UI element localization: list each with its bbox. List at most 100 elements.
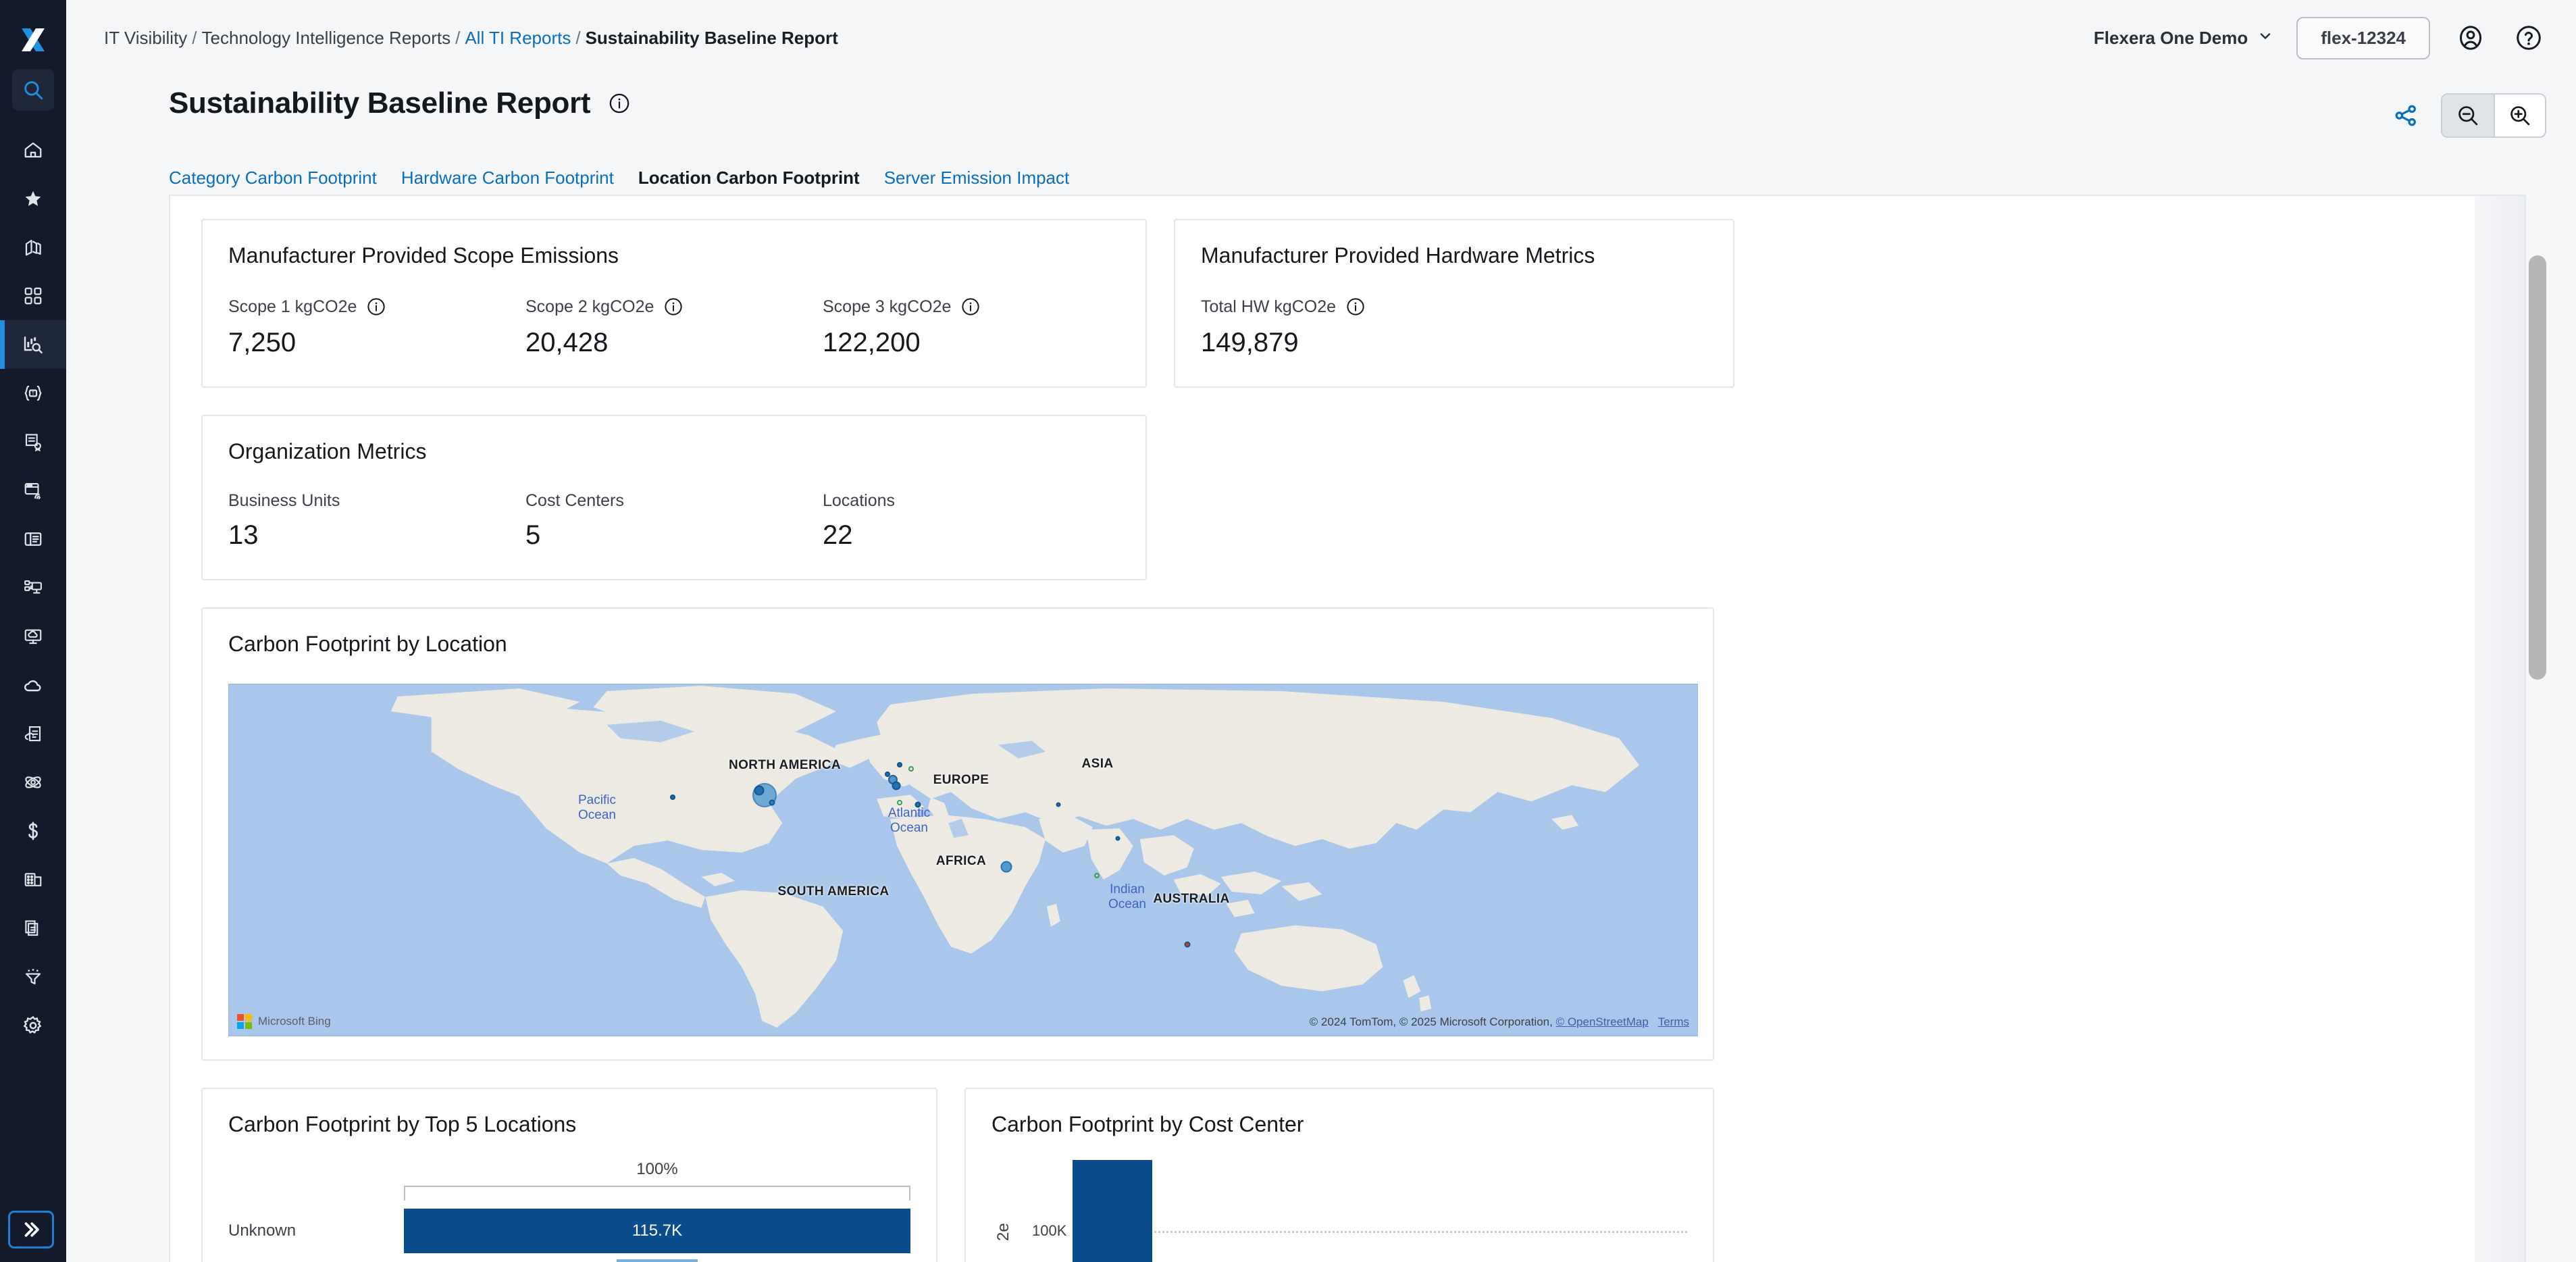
page-header: Sustainability Baseline Report — [66, 76, 2576, 138]
breadcrumb-item-all-ti-reports[interactable]: All TI Reports — [465, 28, 571, 48]
sidebar-item-reports[interactable] — [0, 515, 66, 563]
page-actions — [2388, 86, 2546, 138]
map-location-bubble[interactable] — [1094, 873, 1100, 878]
sidebar-item-cloud[interactable] — [0, 661, 66, 709]
info-icon[interactable] — [365, 295, 388, 318]
search-icon[interactable] — [12, 69, 54, 111]
info-icon[interactable] — [1344, 295, 1367, 318]
sidebar-item-settings[interactable] — [0, 1001, 66, 1050]
map-location-bubble[interactable] — [1000, 861, 1012, 873]
report-panel: Manufacturer Provided Scope Emissions Sc… — [169, 195, 2526, 1262]
metric-cost-centers: Cost Centers 5 — [525, 491, 823, 551]
sidebar-item-certificates[interactable] — [0, 418, 66, 466]
metric-label: Total HW kgCO2e — [1201, 295, 1367, 318]
sidebar-item-cloud-monitor[interactable] — [0, 612, 66, 661]
map-location-bubble[interactable] — [897, 800, 902, 805]
cost-center-chart-card: Carbon Footprint by Cost Center 2e 100K — [964, 1088, 1714, 1262]
summary-cards-row: Manufacturer Provided Scope Emissions Sc… — [201, 219, 2494, 388]
map-label-europe: EUROPE — [933, 773, 989, 787]
org-id-button[interactable]: flex-12324 — [2296, 16, 2430, 59]
metric-value: 122,200 — [823, 328, 921, 357]
gridline-100k — [1073, 1231, 1687, 1233]
ocean-label-line1: Atlantic — [887, 806, 931, 821]
tenant-selector[interactable]: Flexera One Demo — [2094, 28, 2273, 49]
horizontal-bar-chart: 100% Unknown 115.7K — [228, 1160, 910, 1262]
sidebar-item-access[interactable] — [0, 466, 66, 515]
share-icon[interactable] — [2388, 98, 2423, 133]
sidebar-item-finance[interactable] — [0, 807, 66, 855]
sidebar-item-filters[interactable] — [0, 953, 66, 1001]
map-location-bubble[interactable] — [892, 781, 901, 790]
top-5-locations-chart-card: Carbon Footprint by Top 5 Locations 100% — [201, 1088, 937, 1262]
bar-segment[interactable] — [1073, 1160, 1152, 1262]
terms-link[interactable]: Terms — [1658, 1015, 1689, 1028]
bing-label: Microsoft Bing — [258, 1015, 331, 1028]
sidebar-item-documents[interactable] — [0, 904, 66, 953]
map-location-bubble[interactable] — [769, 799, 775, 806]
map-label-atlantic-ocean: Atlantic Ocean — [888, 806, 930, 836]
metric-value: 22 — [823, 520, 853, 550]
bar-track — [404, 1259, 910, 1262]
sidebar-item-templates[interactable]: T — [0, 369, 66, 418]
axis-line — [404, 1186, 910, 1187]
zoom-in-button[interactable] — [2494, 95, 2545, 136]
map-location-bubble[interactable] — [897, 762, 902, 767]
map-location-bubble[interactable] — [915, 801, 921, 808]
user-account-icon[interactable] — [2453, 20, 2488, 55]
chart-title: Carbon Footprint by Top 5 Locations — [228, 1112, 577, 1136]
microsoft-bing-logo: Microsoft Bing — [237, 1014, 331, 1029]
sidebar-item-organization[interactable] — [0, 855, 66, 904]
table-row[interactable] — [228, 1259, 910, 1262]
expand-sidebar-button[interactable] — [8, 1211, 54, 1248]
map-location-bubble[interactable] — [670, 794, 675, 800]
chart-axis-top-label: 100% — [636, 1160, 678, 1178]
ocean-label-line2: Ocean — [578, 808, 616, 822]
info-icon[interactable] — [959, 295, 982, 318]
openstreetmap-link[interactable]: © OpenStreetMap — [1556, 1015, 1649, 1028]
metric-scope-1: Scope 1 kgCO2e 7,250 — [228, 295, 525, 358]
bar-segment[interactable]: 115.7K — [404, 1209, 910, 1253]
info-icon[interactable] — [662, 295, 685, 318]
sidebar-item-automation[interactable] — [0, 758, 66, 807]
map-location-bubble[interactable] — [1115, 836, 1120, 841]
breadcrumb-item-ti-reports[interactable]: Technology Intelligence Reports — [202, 28, 451, 48]
metrics-group: Total HW kgCO2e 149,879 — [1201, 295, 1707, 358]
scrollbar-track[interactable] — [2529, 195, 2546, 1262]
map-location-bubble[interactable] — [1056, 802, 1061, 807]
sidebar-item-devices[interactable] — [0, 563, 66, 612]
map-label-indian-ocean: Indian Ocean — [1108, 882, 1146, 912]
metric-value: 149,879 — [1201, 328, 1299, 357]
sidebar-item-library[interactable] — [0, 223, 66, 272]
ocean-label-line2: Ocean — [1108, 897, 1146, 911]
metric-label-text: Total HW kgCO2e — [1201, 297, 1337, 316]
map-location-bubble[interactable] — [754, 785, 765, 796]
sidebar-item-analytics[interactable] — [0, 320, 66, 369]
info-icon[interactable] — [608, 92, 631, 115]
map-label-north-america: NORTH AMERICA — [729, 758, 841, 772]
map-location-bubble[interactable] — [908, 766, 914, 772]
chevron-down-icon — [2257, 28, 2273, 49]
sidebar-item-cloud-invoice[interactable] — [0, 709, 66, 758]
bar-category-label: Unknown — [228, 1221, 297, 1240]
flexera-logo-icon[interactable] — [14, 20, 53, 59]
table-row[interactable]: Unknown 115.7K — [228, 1209, 910, 1253]
card-title: Manufacturer Provided Scope Emissions — [228, 243, 619, 268]
bar-track: 115.7K — [404, 1209, 910, 1253]
metric-label-text: Business Units — [228, 491, 340, 510]
application-root: T IT Visibility / Technology Intelligenc… — [0, 0, 2576, 1262]
sidebar-item-favorites[interactable] — [0, 174, 66, 223]
bar-segment[interactable] — [617, 1259, 698, 1262]
sidebar-item-home[interactable] — [0, 126, 66, 174]
world-map[interactable]: NORTH AMERICA EUROPE ASIA AFRICA SOUTH A… — [228, 684, 1698, 1036]
sidebar-item-apps[interactable] — [0, 272, 66, 320]
metric-label: Locations — [823, 491, 1120, 511]
zoom-out-button[interactable] — [2442, 95, 2494, 136]
breadcrumb-item-it-visibility[interactable]: IT Visibility — [104, 28, 187, 48]
metric-label: Cost Centers — [525, 491, 823, 511]
top-bar-right: Flexera One Demo flex-12324 — [2094, 16, 2546, 59]
scrollbar-thumb[interactable] — [2529, 255, 2546, 680]
map-location-bubble[interactable] — [1184, 941, 1191, 948]
help-icon[interactable] — [2511, 20, 2546, 55]
sidebar-nav-list: T — [0, 126, 66, 1050]
microsoft-logo-icon — [237, 1014, 252, 1029]
